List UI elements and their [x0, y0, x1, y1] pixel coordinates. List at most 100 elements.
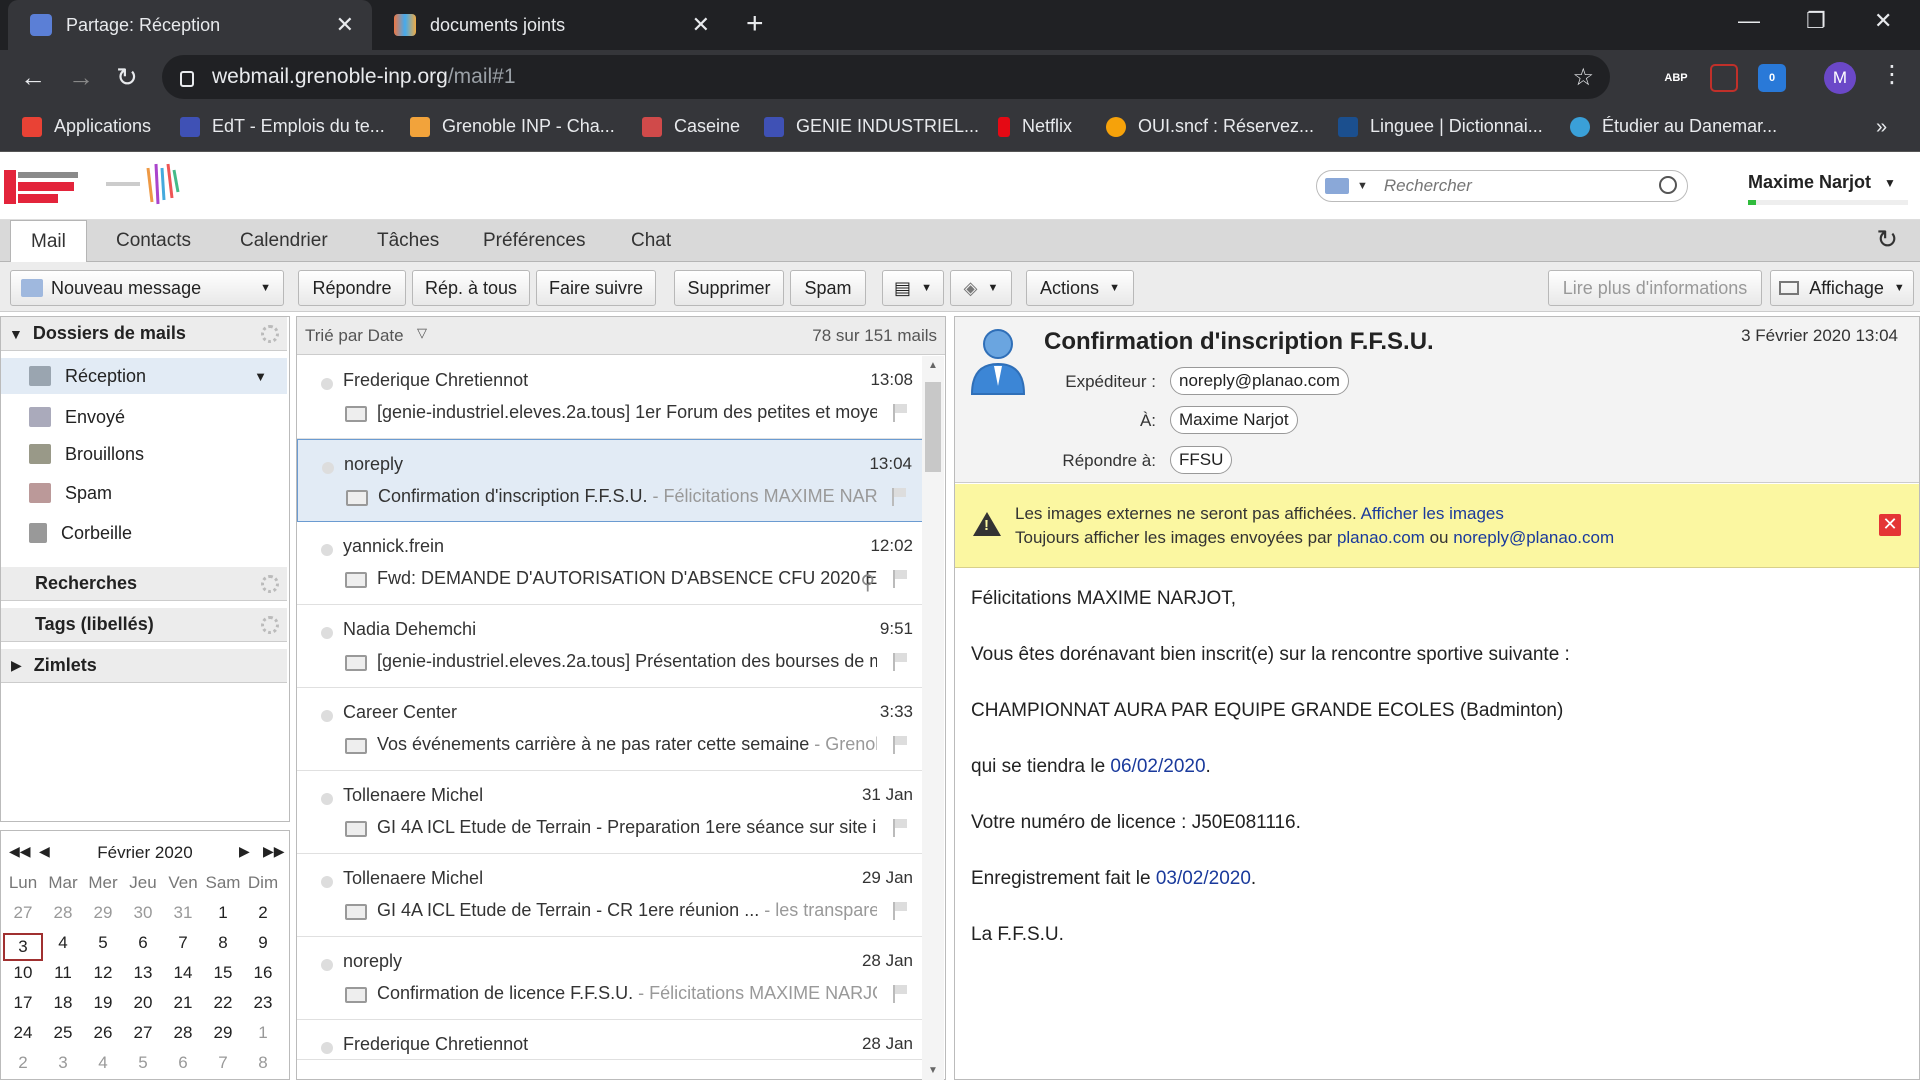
always-sender-link[interactable]: noreply@planao.com — [1453, 528, 1614, 547]
calendar-day[interactable]: 17 — [3, 993, 43, 1013]
unread-dot-icon[interactable] — [321, 710, 333, 722]
calendar-day[interactable]: 29 — [83, 903, 123, 923]
calendar-day[interactable]: 26 — [83, 1023, 123, 1043]
sort-label[interactable]: Trié par Date — [305, 326, 404, 346]
unread-dot-icon[interactable] — [321, 1042, 333, 1054]
tab-chat[interactable]: Chat — [631, 220, 671, 262]
view-button[interactable]: Affichage ▼ — [1770, 270, 1914, 306]
back-icon[interactable]: ← — [20, 62, 46, 92]
adblock-icon[interactable]: ABP — [1662, 64, 1690, 92]
search-icon[interactable] — [1659, 176, 1677, 194]
bookmark-caseine[interactable]: Caseine — [642, 116, 740, 137]
bookmarks-more-icon[interactable]: » — [1876, 116, 1887, 139]
calendar-day[interactable]: 1 — [203, 903, 243, 923]
calendar-day[interactable]: 24 — [3, 1023, 43, 1043]
new-message-button[interactable]: Nouveau message ▼ — [10, 270, 284, 306]
folders-header[interactable]: ▼ Dossiers de mails — [1, 317, 287, 351]
calendar-day[interactable]: 19 — [83, 993, 123, 1013]
tab-mail[interactable]: Mail — [10, 220, 87, 263]
collapse-triangle-icon[interactable]: ▼ — [9, 326, 23, 342]
calendar-day[interactable]: 6 — [123, 933, 163, 953]
scroll-thumb[interactable] — [925, 382, 941, 472]
calendar-day[interactable]: 7 — [203, 1053, 243, 1073]
calendar-day[interactable]: 7 — [163, 933, 203, 953]
message-row[interactable]: Frederique Chretiennot 13:08 [genie-indust… — [297, 356, 923, 439]
calendar-day[interactable]: 5 — [83, 933, 123, 953]
gear-icon[interactable] — [261, 575, 279, 593]
profile-avatar-icon[interactable]: M — [1824, 62, 1856, 94]
message-row[interactable]: Frederique Chretiennot 28 Jan — [297, 1020, 923, 1060]
scroll-up-icon[interactable]: ▲ — [928, 360, 938, 371]
tab-calendrier[interactable]: Calendrier — [240, 220, 328, 262]
flag-icon[interactable] — [893, 653, 907, 671]
minimize-icon[interactable]: — — [1738, 8, 1760, 34]
search-input[interactable] — [1383, 176, 1664, 196]
chevron-down-icon[interactable]: ▼ — [260, 282, 271, 294]
user-menu-chevron-icon[interactable]: ▼ — [1884, 176, 1896, 190]
calendar-day[interactable]: 25 — [43, 1023, 83, 1043]
calendar-day[interactable]: 8 — [203, 933, 243, 953]
calendar-day[interactable]: 27 — [123, 1023, 163, 1043]
tags-header[interactable]: Tags (libellés) — [1, 608, 287, 642]
browser-tab[interactable]: documents joints ✕ — [372, 0, 728, 50]
close-warning-icon[interactable]: ✕ — [1879, 514, 1901, 536]
print-button[interactable]: ▤ ▼ — [882, 270, 944, 306]
search-box[interactable]: ▼ — [1316, 170, 1688, 202]
flag-icon[interactable] — [893, 902, 907, 920]
flag-icon[interactable] — [893, 985, 907, 1003]
actions-button[interactable]: Actions ▼ — [1026, 270, 1134, 306]
bookmark-star-icon[interactable]: ☆ — [1572, 63, 1594, 92]
folder-spam[interactable]: Spam — [1, 475, 287, 511]
calendar-day[interactable]: 29 — [203, 1023, 243, 1043]
extension-badge-icon[interactable]: 0 — [1758, 64, 1786, 92]
user-name[interactable]: Maxime Narjot — [1748, 172, 1871, 193]
date-link[interactable]: 06/02/2020 — [1110, 756, 1205, 777]
calendar-day[interactable]: 13 — [123, 963, 163, 983]
tab-taches[interactable]: Tâches — [377, 220, 439, 262]
window-close-icon[interactable]: ✕ — [1874, 8, 1892, 34]
message-row[interactable]: noreply 13:04 Confirmation d'inscription F… — [297, 439, 923, 522]
calendar-day[interactable]: 15 — [203, 963, 243, 983]
bookmark-edt[interactable]: EdT - Emplois du te... — [180, 116, 385, 137]
calendar-day[interactable]: 28 — [43, 903, 83, 923]
calendar-day[interactable]: 3 — [3, 933, 43, 961]
reload-icon[interactable]: ↻ — [116, 62, 138, 92]
calendar-day[interactable]: 20 — [123, 993, 163, 1013]
bookmark-applications[interactable]: Applications — [22, 116, 151, 137]
calendar-day[interactable]: 10 — [3, 963, 43, 983]
show-images-link[interactable]: Afficher les images — [1361, 504, 1504, 523]
calendar-day[interactable]: 2 — [3, 1053, 43, 1073]
bookmark-genie-industriel[interactable]: GENIE INDUSTRIEL... — [764, 116, 979, 137]
browser-tab-active[interactable]: Partage: Réception ✕ — [8, 0, 372, 50]
folder-reception[interactable]: Réception ▼ — [1, 358, 287, 394]
message-row[interactable]: Tollenaere Michel 31 Jan GI 4A ICL Etude d… — [297, 771, 923, 854]
reply-all-button[interactable]: Rép. à tous — [412, 270, 530, 306]
calendar-day[interactable]: 4 — [83, 1053, 123, 1073]
scroll-down-icon[interactable]: ▼ — [928, 1065, 938, 1076]
calendar-day[interactable]: 1 — [243, 1023, 283, 1043]
forward-icon[interactable]: → — [68, 62, 94, 92]
spam-button[interactable]: Spam — [790, 270, 866, 306]
unread-dot-icon[interactable] — [322, 462, 334, 474]
folder-corbeille[interactable]: Corbeille — [1, 515, 287, 551]
calendar-day[interactable]: 8 — [243, 1053, 283, 1073]
flag-icon[interactable] — [893, 736, 907, 754]
restore-icon[interactable]: ❐ — [1806, 8, 1826, 34]
bookmark-linguee[interactable]: Linguee | Dictionnai... — [1338, 116, 1543, 137]
sender-address[interactable]: noreply@planao.com — [1170, 367, 1349, 395]
tab-preferences[interactable]: Préférences — [483, 220, 585, 262]
tab-contacts[interactable]: Contacts — [116, 220, 191, 262]
calendar-day[interactable]: 23 — [243, 993, 283, 1013]
message-row[interactable]: yannick.frein 12:02 Fwd: DEMANDE D'AUTORIS… — [297, 522, 923, 605]
calendar-day[interactable]: 27 — [3, 903, 43, 923]
calendar-day[interactable]: 11 — [43, 963, 83, 983]
unread-dot-icon[interactable] — [321, 544, 333, 556]
message-row[interactable]: Tollenaere Michel 29 Jan GI 4A ICL Etude d… — [297, 854, 923, 937]
gear-icon[interactable] — [261, 616, 279, 634]
unread-dot-icon[interactable] — [321, 378, 333, 390]
flag-icon[interactable] — [893, 404, 907, 422]
folder-menu-chevron-icon[interactable]: ▼ — [254, 369, 267, 384]
calendar-day[interactable]: 6 — [163, 1053, 203, 1073]
message-row[interactable]: Nadia Dehemchi 9:51 [genie-industriel.elev… — [297, 605, 923, 688]
calendar-day[interactable]: 12 — [83, 963, 123, 983]
